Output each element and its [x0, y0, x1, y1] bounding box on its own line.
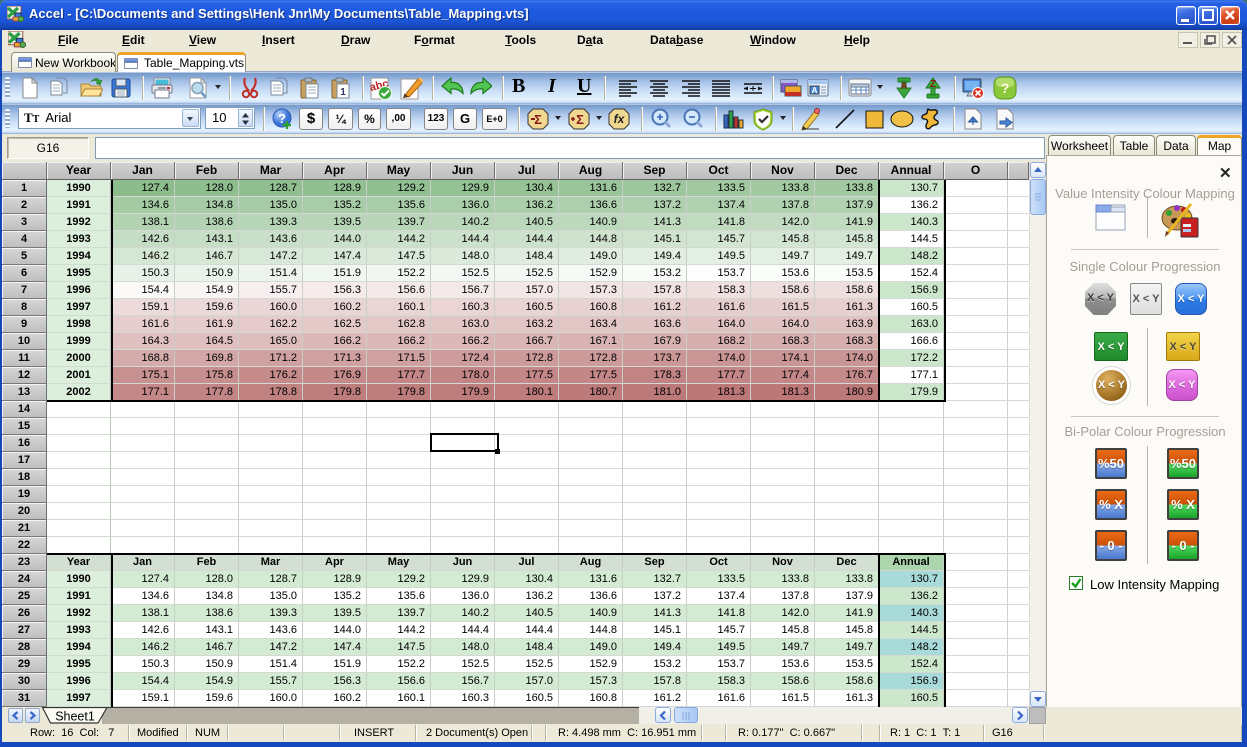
svg-text:A: A [812, 86, 818, 95]
svg-text:Z: Z [930, 79, 936, 90]
svg-text:Sheet1: Sheet1 [55, 710, 95, 724]
svg-text:?: ? [278, 111, 286, 126]
svg-text:Σ: Σ [576, 112, 584, 127]
svg-text:fx: fx [614, 112, 626, 126]
svg-text:1: 1 [340, 87, 346, 98]
svg-text:?: ? [1001, 80, 1010, 96]
svg-text:A: A [900, 81, 907, 92]
svg-text:Σ: Σ [534, 112, 542, 127]
